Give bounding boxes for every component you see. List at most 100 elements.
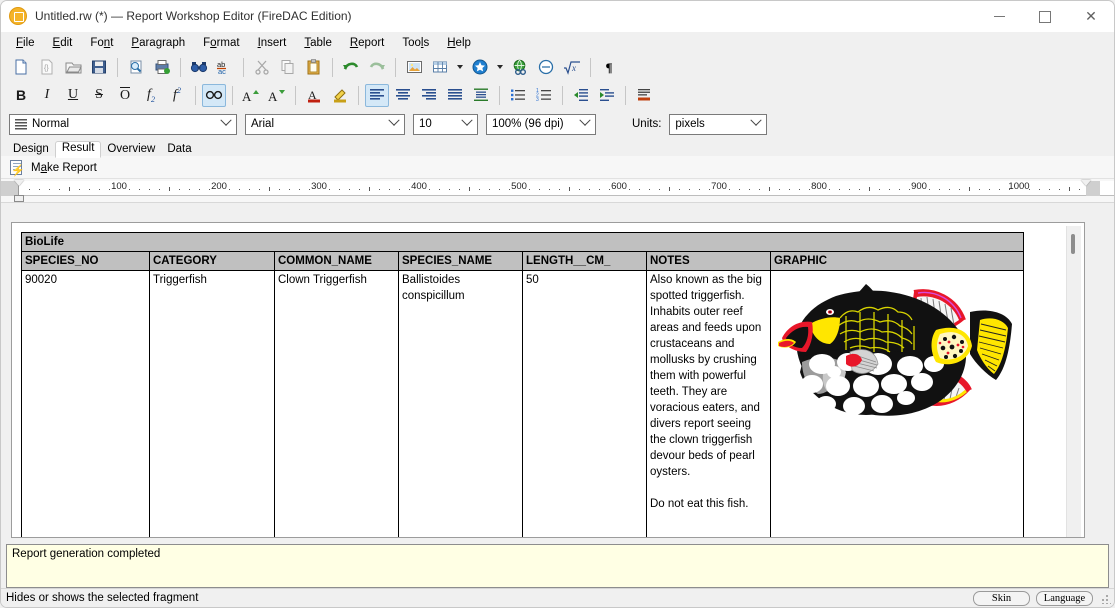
chevron-down-icon[interactable]: [577, 119, 593, 130]
bullet-list-button[interactable]: [506, 84, 530, 107]
menu-table[interactable]: Table: [295, 35, 341, 51]
ruler-tick: [939, 189, 940, 190]
chevron-down-icon[interactable]: [218, 119, 234, 130]
paragraph-style-combo[interactable]: Normal: [9, 113, 237, 135]
minimize-button[interactable]: [976, 1, 1022, 32]
close-button[interactable]: ✕: [1068, 1, 1114, 32]
superscript-button[interactable]: f2: [165, 84, 189, 107]
zoom-combo[interactable]: 100% (96 dpi): [486, 113, 596, 135]
ruler-left-indent-marker[interactable]: [14, 195, 24, 202]
chevron-down-icon[interactable]: [748, 119, 764, 130]
align-justify-button[interactable]: [443, 84, 467, 107]
menu-insert[interactable]: Insert: [249, 35, 296, 51]
decrease-font-size-button[interactable]: A: [265, 84, 289, 107]
units-combo[interactable]: pixels: [669, 113, 768, 135]
insert-symbol-icon[interactable]: [534, 56, 558, 79]
column-header-length-cm: LENGTH__CM_: [522, 251, 647, 271]
show-paragraph-marks-icon[interactable]: ¶: [597, 56, 621, 79]
print-preview-icon[interactable]: [124, 56, 148, 79]
decrease-indent-button[interactable]: [569, 84, 593, 107]
resize-grip-icon[interactable]: [1099, 592, 1111, 604]
column-header-common-name: COMMON_NAME: [274, 251, 399, 271]
paragraph-border-button[interactable]: [632, 84, 656, 107]
toolbar-separator: [562, 85, 563, 105]
ruler-label: 200: [211, 181, 227, 192]
insert-table-dropdown-arrow[interactable]: [454, 56, 466, 79]
tab-data[interactable]: Data: [161, 142, 197, 157]
menu-edit[interactable]: Edit: [44, 35, 82, 51]
subscript-button[interactable]: f2: [139, 84, 163, 107]
highlight-color-button[interactable]: [328, 84, 352, 107]
report-page: BioLife SPECIES_NO CATEGORY COMMON_NAME …: [11, 222, 1085, 538]
make-report-bar: ⚡ Make Report: [1, 157, 1114, 179]
overline-button[interactable]: O: [113, 84, 137, 107]
undo-icon[interactable]: [339, 56, 363, 79]
insert-table-icon[interactable]: [428, 56, 452, 79]
insert-object-icon[interactable]: [468, 56, 492, 79]
menu-help[interactable]: Help: [438, 35, 480, 51]
new-document-icon[interactable]: [9, 56, 33, 79]
copy-icon[interactable]: [276, 56, 300, 79]
numbered-list-button[interactable]: 123: [532, 84, 556, 107]
bold-button[interactable]: B: [9, 84, 33, 107]
line-spacing-button[interactable]: [469, 84, 493, 107]
make-report-button[interactable]: Make Report: [31, 162, 97, 174]
ruler-first-line-indent-marker[interactable]: [14, 180, 24, 186]
ruler-tick: [169, 187, 170, 191]
skin-button[interactable]: Skin: [973, 590, 1030, 606]
menu-format[interactable]: Format: [194, 35, 248, 51]
replace-icon[interactable]: ab ac: [213, 56, 237, 79]
style-bar: Normal Arial 10 100% (96 dpi) Units: pix…: [1, 109, 1114, 139]
increase-font-size-button[interactable]: A: [239, 84, 263, 107]
document-vertical-scrollbar[interactable]: [1066, 226, 1081, 537]
print-icon[interactable]: [150, 56, 174, 79]
menu-tools[interactable]: Tools: [393, 35, 438, 51]
spectacles-button[interactable]: [202, 83, 226, 107]
ruler-track[interactable]: 100 200 300 400 500 600 700 800 900 1000: [1, 181, 1114, 196]
italic-button[interactable]: I: [35, 84, 59, 107]
insert-image-icon[interactable]: [402, 56, 426, 79]
scrollbar-thumb[interactable]: [1071, 234, 1075, 254]
save-icon[interactable]: [87, 56, 111, 79]
tab-result[interactable]: Result: [54, 141, 102, 158]
menu-report[interactable]: Report: [341, 35, 394, 51]
underline-button[interactable]: U: [61, 84, 85, 107]
font-size-combo[interactable]: 10: [413, 113, 478, 135]
column-header-graphic: GRAPHIC: [769, 251, 1025, 271]
open-file-icon[interactable]: [61, 56, 85, 79]
insert-hyperlink-icon[interactable]: [508, 56, 532, 79]
log-panel[interactable]: Report generation completed: [6, 544, 1109, 588]
strikethrough-button[interactable]: S: [87, 84, 111, 107]
maximize-button[interactable]: [1022, 1, 1068, 32]
language-button[interactable]: Language: [1036, 590, 1093, 606]
ruler-tick: [949, 189, 950, 190]
tab-design[interactable]: Design: [7, 142, 55, 157]
paste-icon[interactable]: [302, 56, 326, 79]
chevron-down-icon[interactable]: [459, 119, 475, 130]
ruler-tick: [679, 189, 680, 190]
align-center-button[interactable]: [391, 84, 415, 107]
new-from-template-icon[interactable]: {}: [35, 56, 59, 79]
menu-font[interactable]: Font: [81, 35, 122, 51]
menu-paragraph[interactable]: Paragraph: [122, 35, 194, 51]
ruler-tick: [689, 189, 690, 190]
cut-icon[interactable]: [250, 56, 274, 79]
insert-object-dropdown-arrow[interactable]: [494, 56, 506, 79]
align-right-button[interactable]: [417, 84, 441, 107]
ruler-right-indent-marker[interactable]: [1081, 180, 1091, 186]
toolbar-separator: [332, 57, 333, 77]
align-left-button[interactable]: [365, 83, 389, 107]
increase-indent-button[interactable]: [595, 84, 619, 107]
ruler-tick: [639, 189, 640, 190]
tab-overview[interactable]: Overview: [101, 142, 161, 157]
cell-length-cm: 50: [522, 270, 647, 537]
menu-file[interactable]: File: [7, 35, 44, 51]
font-color-button[interactable]: A: [302, 84, 326, 107]
font-family-combo[interactable]: Arial: [245, 113, 405, 135]
svg-text:x: x: [571, 63, 576, 73]
find-icon[interactable]: [187, 56, 211, 79]
redo-icon[interactable]: [365, 56, 389, 79]
menu-bar: File Edit Font Paragraph Format Insert T…: [1, 32, 1114, 53]
insert-formula-icon[interactable]: x: [560, 56, 584, 79]
chevron-down-icon[interactable]: [386, 119, 402, 130]
